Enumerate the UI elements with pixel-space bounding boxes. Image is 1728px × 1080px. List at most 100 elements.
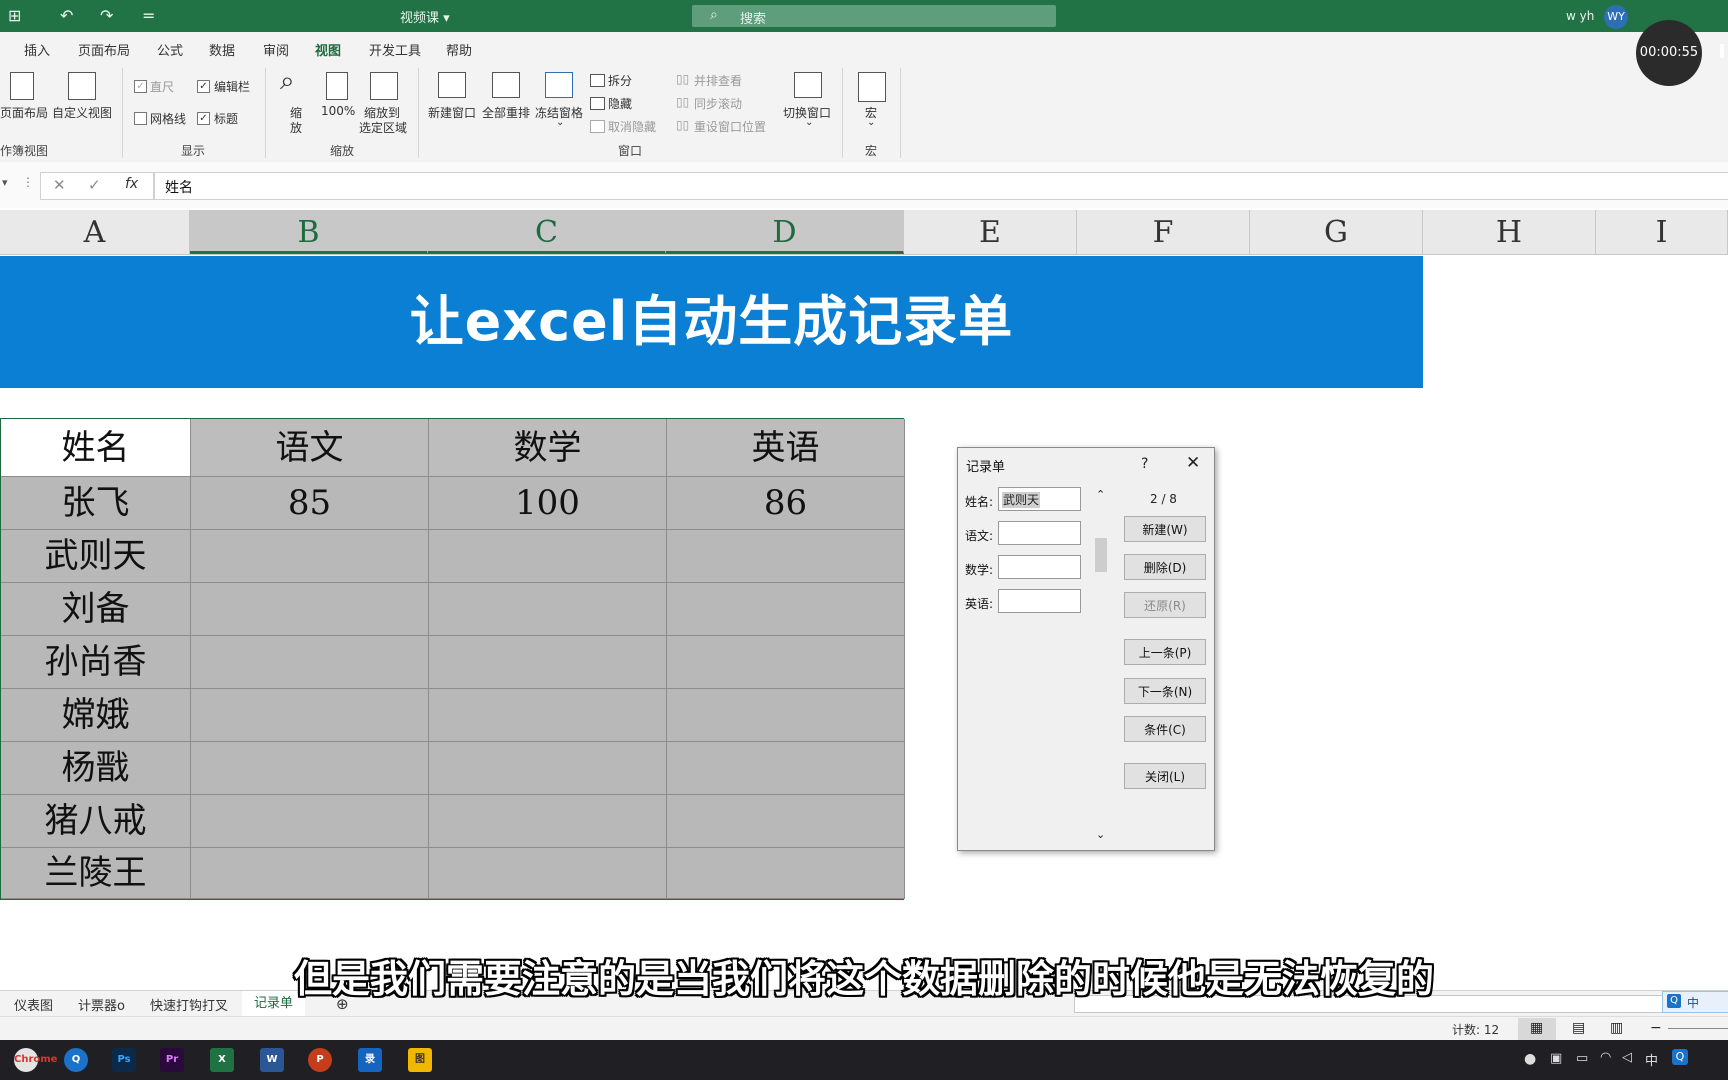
table-cell-name[interactable]: 刘备 xyxy=(1,583,191,636)
ruler-checkbox[interactable]: ✓ xyxy=(134,80,147,93)
table-cell-chinese[interactable] xyxy=(191,795,429,848)
word-icon[interactable]: W xyxy=(260,1048,284,1072)
table-cell-english[interactable] xyxy=(667,636,905,689)
column-header-h[interactable]: H xyxy=(1423,210,1596,254)
table-cell-math[interactable] xyxy=(429,742,667,795)
enter-icon[interactable]: ✓ xyxy=(88,176,101,194)
volume-icon[interactable]: ◁ xyxy=(1622,1050,1632,1065)
tab-developer[interactable]: 开发工具 xyxy=(369,40,421,59)
chrome-icon[interactable]: Chrome xyxy=(14,1048,57,1072)
record-scrollbar[interactable]: ⌃ ⌄ xyxy=(1093,488,1109,844)
table-cell-math[interactable] xyxy=(429,636,667,689)
table-header-english[interactable]: 英语 xyxy=(667,419,905,477)
table-cell-chinese[interactable] xyxy=(191,742,429,795)
window-title[interactable]: 视频课 ▾ xyxy=(400,7,450,26)
tab-data[interactable]: 数据 xyxy=(209,40,235,59)
column-header-a[interactable]: A xyxy=(0,210,190,254)
page-break-view-icon[interactable]: ▥ xyxy=(1610,1020,1623,1036)
view-side-by-side-button[interactable]: 并排查看 xyxy=(694,72,742,89)
help-icon[interactable]: ? xyxy=(1141,456,1148,472)
previous-record-button[interactable]: 上一条(P) xyxy=(1124,639,1206,665)
tab-page-layout[interactable]: 页面布局 xyxy=(78,40,130,59)
tray-app-icon[interactable]: ▣ xyxy=(1550,1051,1562,1066)
column-header-d[interactable]: D xyxy=(666,210,904,254)
reset-window-position-button[interactable]: 重设窗口位置 xyxy=(694,118,766,135)
excel-icon[interactable]: X xyxy=(210,1048,234,1072)
tab-help[interactable]: 帮助 xyxy=(446,40,472,59)
column-header-e[interactable]: E xyxy=(904,210,1077,254)
powerpoint-icon[interactable]: P xyxy=(308,1048,332,1072)
name-box-dropdown-icon[interactable]: ▾ xyxy=(2,176,8,189)
column-header-c[interactable]: C xyxy=(428,210,666,254)
formula-bar-checkbox[interactable]: ✓ xyxy=(197,80,210,93)
next-record-button[interactable]: 下一条(N) xyxy=(1124,678,1206,704)
scrollbar-thumb[interactable] xyxy=(1095,538,1107,572)
tab-view[interactable]: 视图 xyxy=(315,40,342,65)
table-cell-name[interactable]: 张飞 xyxy=(1,477,191,530)
table-header-chinese[interactable]: 语文 xyxy=(191,419,429,477)
table-cell-math[interactable] xyxy=(429,689,667,742)
table-cell-english[interactable] xyxy=(667,795,905,848)
tab-review[interactable]: 审阅 xyxy=(263,40,289,59)
synchronous-scrolling-button[interactable]: 同步滚动 xyxy=(694,95,742,112)
page-layout-view-icon[interactable]: ▤ xyxy=(1572,1020,1585,1036)
cancel-icon[interactable]: ✕ xyxy=(53,176,66,194)
chinese-field[interactable] xyxy=(998,521,1081,545)
table-cell-chinese[interactable] xyxy=(191,583,429,636)
table-cell-chinese[interactable]: 85 xyxy=(191,477,429,530)
table-cell-english[interactable] xyxy=(667,689,905,742)
english-field[interactable] xyxy=(998,589,1081,613)
table-cell-name[interactable]: 猪八戒 xyxy=(1,795,191,848)
criteria-button[interactable]: 条件(C) xyxy=(1124,716,1206,742)
chevron-up-icon[interactable]: ⌃ xyxy=(1096,488,1105,501)
gridlines-checkbox[interactable] xyxy=(134,112,147,125)
hide-button[interactable]: 隐藏 xyxy=(608,95,632,112)
page-layout-button[interactable]: 页面布局 xyxy=(0,104,48,121)
tray-q-icon[interactable]: Q xyxy=(1672,1049,1688,1065)
table-cell-name[interactable]: 杨戬 xyxy=(1,742,191,795)
headings-checkbox[interactable]: ✓ xyxy=(197,112,210,125)
table-cell-name[interactable]: 嫦娥 xyxy=(1,689,191,742)
photoshop-icon[interactable]: Ps xyxy=(112,1048,136,1072)
save-icon[interactable]: ⊞ xyxy=(8,6,21,25)
arrange-all-button[interactable]: 全部重排 xyxy=(482,104,530,121)
math-field[interactable] xyxy=(998,555,1081,579)
premiere-icon[interactable]: Pr xyxy=(160,1048,184,1072)
column-header-i[interactable]: I xyxy=(1596,210,1728,254)
user-name[interactable]: w yh xyxy=(1566,9,1594,23)
column-header-g[interactable]: G xyxy=(1250,210,1423,254)
insert-function-icon[interactable]: fx xyxy=(125,176,138,192)
formula-input[interactable]: 姓名 xyxy=(154,172,1728,200)
custom-views-button[interactable]: 自定义视图 xyxy=(52,104,112,121)
table-cell-chinese[interactable] xyxy=(191,689,429,742)
close-icon[interactable]: ✕ xyxy=(1186,453,1200,473)
table-cell-name[interactable]: 武则天 xyxy=(1,530,191,583)
wifi-icon[interactable]: ◠ xyxy=(1600,1050,1611,1065)
table-cell-english[interactable] xyxy=(667,848,905,899)
undo-icon[interactable]: ↶ xyxy=(60,6,73,25)
table-cell-name[interactable]: 孙尚香 xyxy=(1,636,191,689)
table-header-math[interactable]: 数学 xyxy=(429,419,667,477)
unhide-button[interactable]: 取消隐藏 xyxy=(608,118,656,135)
table-cell-math[interactable] xyxy=(429,848,667,899)
zoom-100-button[interactable]: 100% xyxy=(321,104,355,118)
table-cell-math[interactable]: 100 xyxy=(429,477,667,530)
delete-record-button[interactable]: 删除(D) xyxy=(1124,554,1206,580)
redo-icon[interactable]: ↷ xyxy=(100,6,113,25)
new-record-button[interactable]: 新建(W) xyxy=(1124,516,1206,542)
image-viewer-icon[interactable]: 图 xyxy=(408,1048,432,1072)
avatar[interactable]: WY xyxy=(1604,5,1628,29)
table-cell-math[interactable] xyxy=(429,583,667,636)
normal-view-button[interactable]: ▦ xyxy=(1518,1018,1556,1040)
browser-q-icon[interactable]: Q xyxy=(64,1048,88,1072)
microphone-icon[interactable]: ● xyxy=(1524,1051,1536,1067)
zoom-out-icon[interactable]: − xyxy=(1650,1020,1662,1036)
table-cell-chinese[interactable] xyxy=(191,530,429,583)
restore-button[interactable]: 还原(R) xyxy=(1124,592,1206,618)
customize-quick-access-icon[interactable]: = xyxy=(142,6,155,25)
banner-title[interactable]: 让excel自动生成记录单 xyxy=(0,256,1423,388)
search-box[interactable]: ⌕ 搜索 xyxy=(692,5,1056,27)
new-window-button[interactable]: 新建窗口 xyxy=(428,104,476,121)
table-cell-math[interactable] xyxy=(429,795,667,848)
split-button[interactable]: 拆分 xyxy=(608,72,632,89)
